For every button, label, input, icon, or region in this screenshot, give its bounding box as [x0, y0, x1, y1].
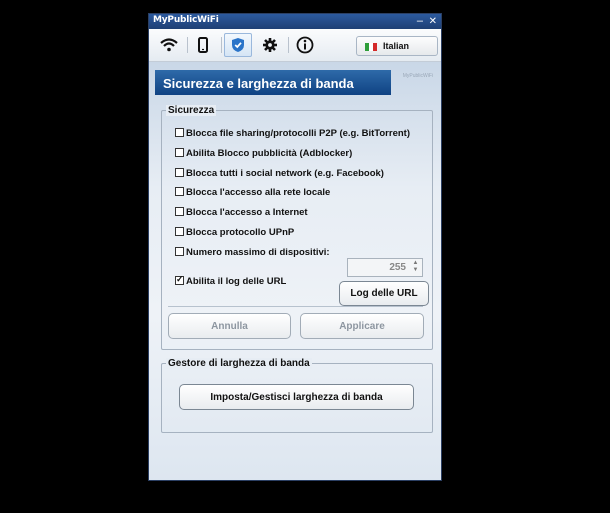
checkbox[interactable] [175, 207, 184, 216]
toolbar: Italian [149, 29, 441, 62]
devices-tab[interactable] [189, 33, 217, 57]
option-internet[interactable]: Blocca l'accesso a Internet [175, 207, 308, 221]
bandwidth-legend: Gestore di larghezza di banda [166, 358, 312, 369]
security-tab[interactable] [224, 33, 252, 57]
url-log-button[interactable]: Log delle URL [339, 281, 429, 306]
content-area: Sicurezza e larghezza di banda MyPublicW… [149, 62, 441, 480]
page-title: Sicurezza e larghezza di banda [163, 76, 354, 91]
divider [168, 306, 423, 307]
settings-tab[interactable] [256, 33, 284, 57]
phone-icon [198, 37, 208, 53]
option-upnp[interactable]: Blocca protocollo UPnP [175, 227, 294, 241]
info-tab[interactable] [291, 33, 319, 57]
title-bar[interactable]: MyPublicWiFi – ✕ [149, 14, 441, 29]
option-label: Abilita Blocco pubblicità (Adblocker) [186, 148, 353, 159]
checkbox-checked[interactable] [175, 274, 184, 285]
option-adblocker[interactable]: Abilita Blocco pubblicità (Adblocker) [175, 148, 352, 162]
option-label: Blocca file sharing/protocolli P2P (e.g.… [186, 128, 410, 139]
option-label: Blocca l'accesso a Internet [186, 207, 308, 218]
security-legend: Sicurezza [166, 105, 217, 116]
option-label: Numero massimo di dispositivi: [186, 247, 330, 258]
checkbox[interactable] [175, 128, 184, 137]
window-title: MyPublicWiFi [153, 15, 219, 25]
apply-button[interactable]: Applicare [300, 313, 424, 339]
shield-icon [232, 38, 244, 52]
brand-label: MyPublicWiFi [402, 73, 433, 79]
checkbox[interactable] [175, 148, 184, 157]
option-label: Blocca tutti i social network (e.g. Face… [186, 168, 384, 179]
info-icon [296, 36, 314, 54]
option-local-network[interactable]: Blocca l'accesso alla rete locale [175, 187, 330, 201]
language-button[interactable]: Italian [356, 36, 438, 56]
max-devices-input[interactable]: 255 ▲ ▼ [347, 258, 423, 277]
app-window: MyPublicWiFi – ✕ Italian Sicurezza e lar… [148, 13, 442, 481]
option-label: Blocca protocollo UPnP [186, 227, 295, 238]
toolbar-separator [288, 37, 289, 53]
cancel-button[interactable]: Annulla [168, 313, 291, 339]
bandwidth-manage-button[interactable]: Imposta/Gestisci larghezza di banda [179, 384, 414, 410]
toolbar-separator [221, 37, 222, 53]
wifi-tab[interactable] [155, 33, 183, 57]
spinner-arrows-icon[interactable]: ▲ ▼ [410, 260, 421, 275]
page-header: Sicurezza e larghezza di banda [155, 70, 391, 95]
option-max-devices[interactable]: Numero massimo di dispositivi: [175, 247, 330, 261]
option-url-log[interactable]: Abilita il log delle URL [175, 274, 287, 290]
checkbox[interactable] [175, 187, 184, 196]
language-label: Italian [383, 41, 410, 51]
gear-icon [263, 38, 277, 52]
wifi-icon [160, 38, 178, 52]
minimize-button[interactable]: – [417, 14, 423, 28]
option-social-network[interactable]: Blocca tutti i social network (e.g. Face… [175, 168, 384, 182]
checkbox[interactable] [175, 168, 184, 177]
option-label: Abilita il log delle URL [186, 276, 287, 287]
toolbar-separator [187, 37, 188, 53]
checkbox[interactable] [175, 247, 184, 256]
close-button[interactable]: ✕ [429, 14, 437, 29]
option-p2p[interactable]: Blocca file sharing/protocolli P2P (e.g.… [175, 128, 410, 142]
option-label: Blocca l'accesso alla rete locale [186, 187, 331, 198]
max-devices-value: 255 [389, 262, 406, 273]
italy-flag-icon [365, 43, 377, 51]
checkbox[interactable] [175, 227, 184, 236]
